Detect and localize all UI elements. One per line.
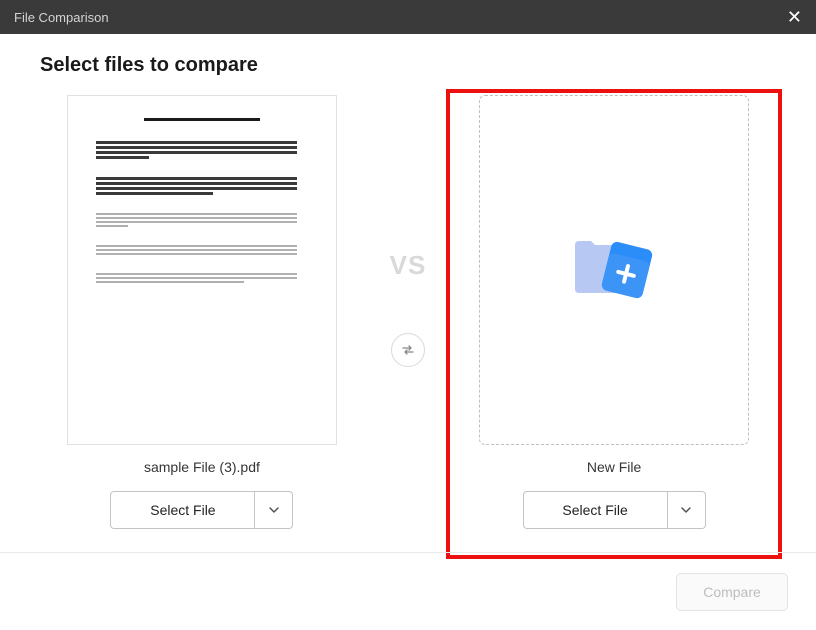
vs-label: VS xyxy=(390,250,427,281)
window-title: File Comparison xyxy=(14,10,109,25)
select-file-button-left[interactable]: Select File xyxy=(110,491,255,529)
content-area: Select files to compare xyxy=(0,34,816,529)
select-dropdown-left[interactable] xyxy=(255,491,293,529)
left-panel: sample File (3).pdf Select File xyxy=(40,95,364,529)
compare-row: sample File (3).pdf Select File VS xyxy=(40,95,776,529)
titlebar: File Comparison ✕ xyxy=(0,0,816,34)
page-title: Select files to compare xyxy=(40,54,776,77)
close-icon[interactable]: ✕ xyxy=(787,8,802,26)
file-dropzone-right[interactable] xyxy=(479,95,749,445)
chevron-down-icon xyxy=(680,504,692,516)
right-file-name: New File xyxy=(587,459,641,475)
compare-button[interactable]: Compare xyxy=(676,573,788,611)
select-group-left: Select File xyxy=(110,491,293,529)
file-preview-left[interactable] xyxy=(67,95,337,445)
swap-icon xyxy=(400,342,416,358)
document-thumbnail xyxy=(68,96,336,444)
select-dropdown-right[interactable] xyxy=(668,491,706,529)
left-file-name: sample File (3).pdf xyxy=(144,459,260,475)
select-group-right: Select File xyxy=(523,491,706,529)
middle-column: VS xyxy=(364,95,452,367)
right-panel: New File Select File xyxy=(452,95,776,529)
footer: Compare xyxy=(0,552,816,630)
swap-button[interactable] xyxy=(391,333,425,367)
add-file-icon xyxy=(569,235,659,305)
chevron-down-icon xyxy=(268,504,280,516)
select-file-button-right[interactable]: Select File xyxy=(523,491,668,529)
